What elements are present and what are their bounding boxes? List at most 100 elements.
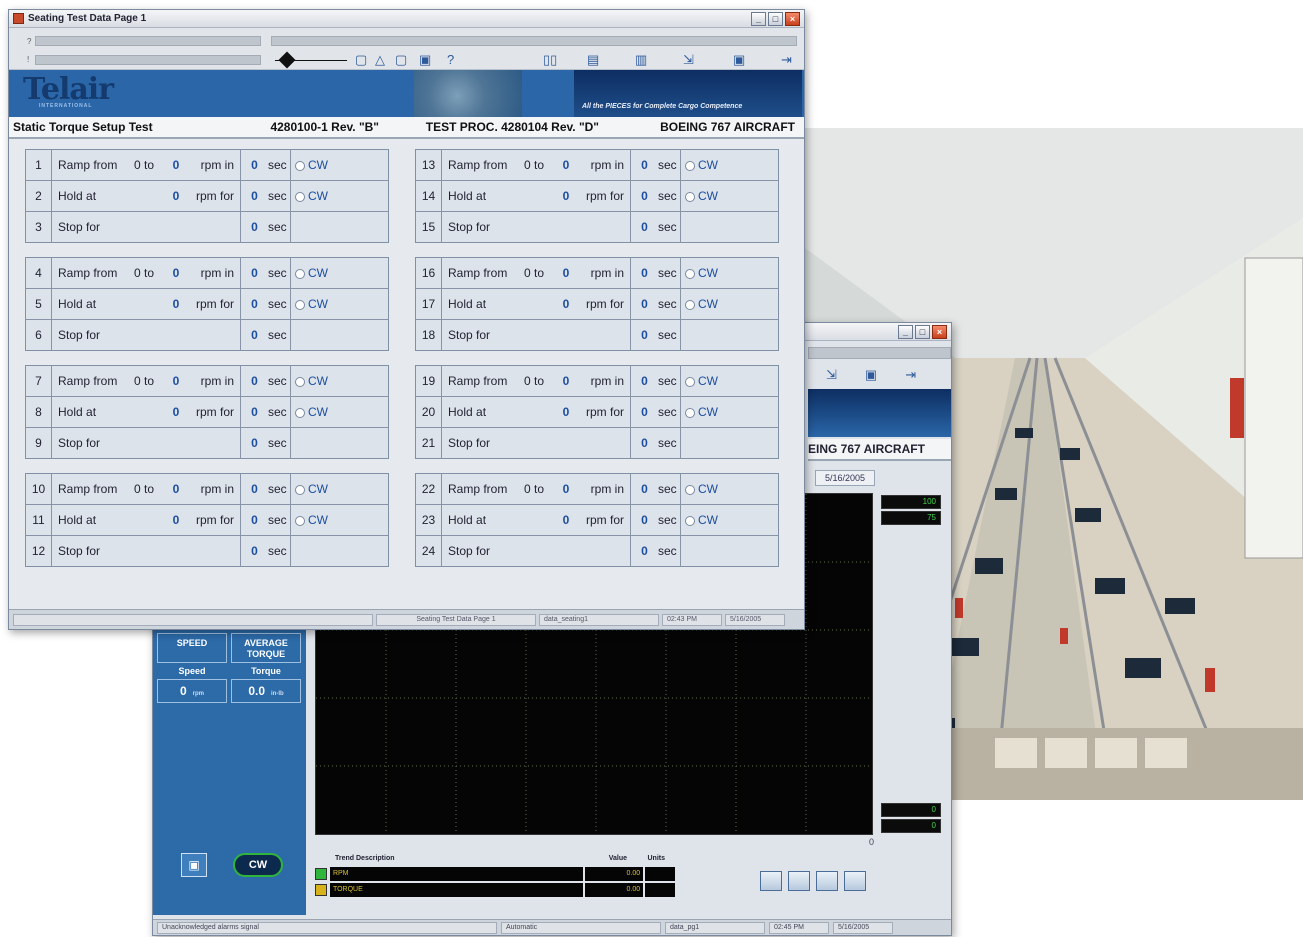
time-input[interactable]: 0 xyxy=(240,536,268,567)
maximize-button[interactable]: □ xyxy=(768,11,783,26)
rpm-input[interactable]: 0 xyxy=(166,366,186,396)
radio-icon[interactable] xyxy=(685,484,695,495)
direction-toggle[interactable]: CW xyxy=(290,150,338,180)
time-input[interactable]: 0 xyxy=(630,258,658,288)
rpm-input[interactable]: 0 xyxy=(166,258,186,288)
time-input[interactable]: 0 xyxy=(240,320,268,351)
direction-toggle[interactable]: CW xyxy=(290,397,338,427)
direction-toggle[interactable]: CW xyxy=(290,289,338,319)
database-icon[interactable]: ▥ xyxy=(635,53,647,67)
rpm-input[interactable]: 0 xyxy=(556,258,576,288)
trend-row-rpm[interactable]: RPM 0.00 xyxy=(315,867,675,881)
time-input[interactable]: 0 xyxy=(630,428,658,459)
time-input[interactable]: 0 xyxy=(630,366,658,396)
save-disk-icon[interactable] xyxy=(788,871,810,891)
close-button[interactable]: × xyxy=(785,11,800,26)
print-icon[interactable]: ▤ xyxy=(587,53,599,67)
time-input[interactable]: 0 xyxy=(630,289,658,319)
rpm-input[interactable]: 0 xyxy=(166,150,186,180)
save-icon[interactable]: ▣ xyxy=(181,853,207,877)
radio-icon[interactable] xyxy=(685,268,695,279)
radio-icon[interactable] xyxy=(295,160,305,171)
rpm-input[interactable]: 0 xyxy=(166,181,186,211)
time-input[interactable]: 0 xyxy=(240,212,268,243)
radio-icon[interactable] xyxy=(685,191,695,202)
toolbar-field[interactable] xyxy=(271,36,797,46)
direction-toggle[interactable]: CW xyxy=(290,258,338,288)
help-icon[interactable]: ? xyxy=(447,53,454,67)
arrow-in-icon[interactable]: ⇲ xyxy=(826,367,837,385)
comment-icon[interactable]: ▢ xyxy=(355,53,367,67)
radio-icon[interactable] xyxy=(685,376,695,387)
minimize-button[interactable]: _ xyxy=(751,11,766,26)
rpm-input[interactable]: 0 xyxy=(556,505,576,535)
time-input[interactable]: 0 xyxy=(240,258,268,288)
direction-toggle[interactable]: CW xyxy=(680,289,728,319)
print-icon[interactable] xyxy=(760,871,782,891)
time-input[interactable]: 0 xyxy=(240,428,268,459)
direction-toggle[interactable]: CW xyxy=(290,474,338,504)
maximize-button[interactable]: □ xyxy=(915,324,930,339)
time-input[interactable]: 0 xyxy=(630,212,658,243)
window-icon[interactable]: ▣ xyxy=(865,367,877,385)
warning-icon[interactable]: △ xyxy=(375,53,385,67)
radio-icon[interactable] xyxy=(295,299,305,310)
radio-icon[interactable] xyxy=(295,484,305,495)
direction-toggle[interactable]: CW xyxy=(290,366,338,396)
pause-icon[interactable]: ▯▯ xyxy=(543,53,557,67)
rpm-input[interactable]: 0 xyxy=(556,289,576,319)
window-icon[interactable]: ▣ xyxy=(733,53,745,67)
rpm-input[interactable]: 0 xyxy=(556,181,576,211)
direction-toggle[interactable]: CW xyxy=(680,366,728,396)
direction-toggle[interactable]: CW xyxy=(290,181,338,211)
time-input[interactable]: 0 xyxy=(630,320,658,351)
radio-icon[interactable] xyxy=(685,160,695,171)
radio-icon[interactable] xyxy=(685,515,695,526)
time-input[interactable]: 0 xyxy=(630,397,658,427)
time-input[interactable]: 0 xyxy=(240,150,268,180)
exit-icon[interactable]: ⇥ xyxy=(905,367,916,385)
radio-icon[interactable] xyxy=(295,191,305,202)
rpm-input[interactable]: 0 xyxy=(556,366,576,396)
time-input[interactable]: 0 xyxy=(630,474,658,504)
direction-badge[interactable]: CW xyxy=(233,853,283,877)
radio-icon[interactable] xyxy=(295,515,305,526)
direction-toggle[interactable]: CW xyxy=(290,505,338,535)
trend-row-torque[interactable]: TORQUE 0.00 xyxy=(315,883,675,897)
time-input[interactable]: 0 xyxy=(240,474,268,504)
radio-icon[interactable] xyxy=(295,407,305,418)
direction-toggle[interactable]: CW xyxy=(680,505,728,535)
time-input[interactable]: 0 xyxy=(630,181,658,211)
close-button[interactable]: × xyxy=(932,324,947,339)
direction-toggle[interactable]: CW xyxy=(680,258,728,288)
arrow-in-icon[interactable]: ⇲ xyxy=(683,53,694,67)
exit-icon[interactable]: ⇥ xyxy=(781,53,792,67)
rpm-input[interactable]: 0 xyxy=(556,150,576,180)
rpm-input[interactable]: 0 xyxy=(166,505,186,535)
chat-icon[interactable]: ▢ xyxy=(395,53,407,67)
time-input[interactable]: 0 xyxy=(240,397,268,427)
toolbar-field[interactable] xyxy=(35,36,261,46)
rpm-input[interactable]: 0 xyxy=(556,474,576,504)
time-input[interactable]: 0 xyxy=(240,505,268,535)
direction-toggle[interactable]: CW xyxy=(680,150,728,180)
radio-icon[interactable] xyxy=(685,299,695,310)
time-input[interactable]: 0 xyxy=(630,150,658,180)
rpm-input[interactable]: 0 xyxy=(166,289,186,319)
slider-handle[interactable] xyxy=(278,51,296,69)
time-input[interactable]: 0 xyxy=(240,366,268,396)
time-input[interactable]: 0 xyxy=(240,289,268,319)
radio-icon[interactable] xyxy=(295,268,305,279)
direction-toggle[interactable]: CW xyxy=(680,181,728,211)
toolbar-field[interactable] xyxy=(35,55,261,65)
radio-icon[interactable] xyxy=(685,407,695,418)
radio-icon[interactable] xyxy=(295,376,305,387)
comment-add-icon[interactable]: ▣ xyxy=(419,53,431,67)
rpm-input[interactable]: 0 xyxy=(166,474,186,504)
rpm-input[interactable]: 0 xyxy=(166,397,186,427)
rpm-input[interactable]: 0 xyxy=(556,397,576,427)
time-input[interactable]: 0 xyxy=(630,536,658,567)
direction-toggle[interactable]: CW xyxy=(680,474,728,504)
chart-export-icon[interactable] xyxy=(816,871,838,891)
copy-icon[interactable] xyxy=(844,871,866,891)
